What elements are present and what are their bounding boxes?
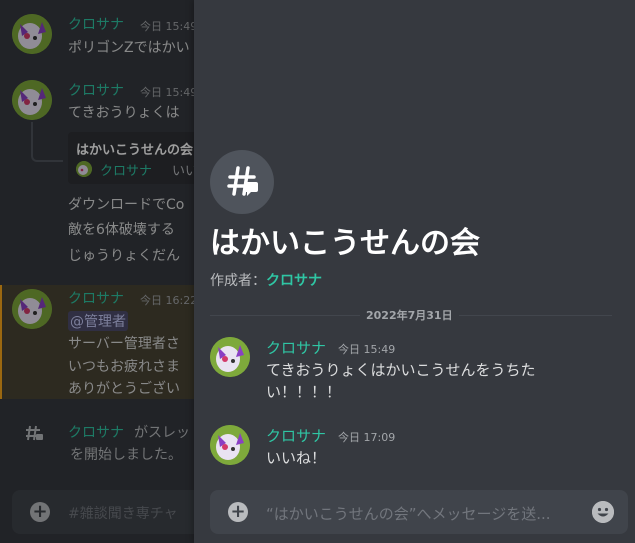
message-timestamp: 今日 16:22 [140, 294, 194, 307]
message-text: 敵を6体破壊する [68, 222, 175, 238]
channel-message-input[interactable]: + #雑談聞き専チャ [12, 490, 194, 534]
plus-icon[interactable]: + [30, 502, 50, 522]
thread-card-username: クロサナ [100, 164, 153, 179]
message-username[interactable]: クロサナ [68, 288, 124, 308]
user-avatar[interactable] [12, 80, 52, 120]
thread-creator: 作成者：クロサナ [210, 270, 322, 290]
message-timestamp: 今日 15:49 [338, 343, 396, 356]
message-username[interactable]: クロサナ [68, 80, 124, 100]
user-avatar[interactable] [12, 14, 52, 54]
thread-card-title: はかいこうせんの会 [76, 143, 194, 158]
system-username[interactable]: クロサナ [68, 422, 124, 442]
thread-input-placeholder: “はかいこうせんの会”へメッセージを送... [266, 505, 551, 523]
message-timestamp: 今日 15:49 [140, 86, 194, 99]
system-text: を開始しました。 [70, 447, 182, 463]
system-text: がスレッ [134, 425, 190, 441]
message-username[interactable]: クロサナ [266, 337, 326, 358]
thread-icon [25, 424, 43, 442]
user-avatar[interactable] [210, 337, 250, 377]
message-username[interactable]: クロサナ [68, 14, 124, 34]
message-username[interactable]: クロサナ [266, 425, 326, 446]
emoji-icon[interactable] [592, 501, 614, 523]
thread-card-preview-text: いいね [172, 164, 194, 179]
message-text: ダウンロードでCo [68, 197, 185, 213]
creator-name[interactable]: クロサナ [266, 273, 322, 289]
thread-header-icon [210, 150, 274, 214]
message-text: ポリゴンZではかい [68, 40, 190, 56]
thread-panel: はかいこうせんの会 作成者：クロサナ 2022年7月31日 クロサナ 今日 15… [194, 0, 635, 543]
mention-highlight-bar [0, 285, 2, 399]
message-text: てきおうりょくは [68, 105, 180, 121]
creator-label: 作成者： [210, 273, 266, 289]
plus-icon[interactable]: + [228, 502, 248, 522]
message-text: じゅうりょくだん [68, 248, 180, 264]
channel-input-placeholder: #雑談聞き専チャ [68, 506, 178, 522]
message-text: てきおうりょくはかいこうせんをうちた [266, 361, 536, 379]
date-divider: 2022年7月31日 [360, 307, 459, 323]
main-channel-chat: クロサナ 今日 15:49 ポリゴンZではかい クロサナ 今日 15:49 てき… [0, 0, 194, 543]
user-avatar[interactable] [210, 425, 250, 465]
message-text: ありがとうござい [68, 381, 180, 397]
thread-preview-card[interactable]: はかいこうせんの会 クロサナ いいね [68, 132, 194, 184]
thread-connector-line [31, 122, 63, 162]
message-text: いつもお疲れさま [68, 359, 180, 375]
message-timestamp: 今日 17:09 [338, 431, 396, 444]
thread-message-input[interactable]: + “はかいこうせんの会”へメッセージを送... [210, 490, 628, 534]
thread-card-avatar [76, 161, 92, 177]
role-mention[interactable]: @管理者 [68, 311, 128, 331]
message-text: サーバー管理者さ [68, 336, 180, 352]
message-text: いいね！ [266, 449, 327, 467]
thread-title: はかいこうせんの会 [210, 226, 480, 261]
message-text: い！！！！ [266, 383, 342, 401]
user-avatar[interactable] [12, 289, 52, 329]
message-timestamp: 今日 15:49 [140, 20, 194, 33]
